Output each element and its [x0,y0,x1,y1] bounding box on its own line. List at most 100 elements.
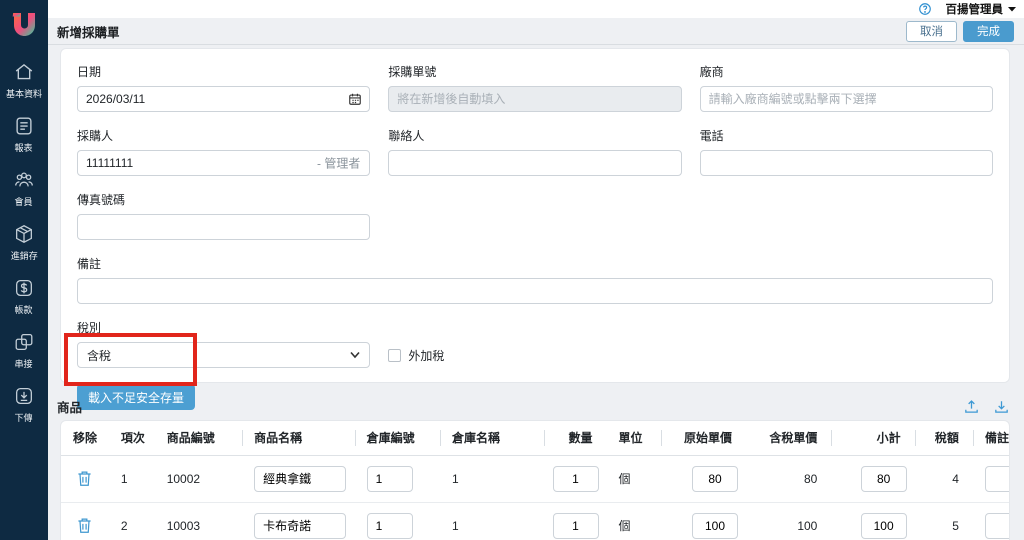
inventory-icon [13,223,35,245]
sidebar-item-basic-data[interactable]: 基本資料 [0,61,48,100]
home-icon [13,61,35,83]
col-seq: 項次 [109,421,155,455]
qty-input[interactable] [553,513,599,539]
row-note-input[interactable] [985,513,1010,539]
warehouse-name-cell: 1 [440,455,544,502]
subtotal-input[interactable] [861,466,907,492]
sidebar-item-members[interactable]: 會員 [0,169,48,208]
orig-price-input[interactable] [692,513,738,539]
date-field-group: 日期 [77,63,370,112]
download-icon [13,385,35,407]
sidebar-item-label: 下傳 [15,410,33,423]
vendor-input[interactable] [700,86,993,112]
cancel-button[interactable]: 取消 [906,21,957,42]
unit-cell: 個 [607,502,661,540]
topbar: 百揚管理員 [48,0,1024,18]
sidebar-item-label: 進銷存 [10,248,37,261]
sidebar-item-integration[interactable]: 串接 [0,331,48,370]
date-input[interactable] [77,86,370,112]
delete-row-button[interactable] [75,468,94,489]
col-tax-price: 含稅單價 [746,421,831,455]
tax-type-select[interactable]: 含稅 [77,342,370,368]
orig-price-input[interactable] [692,466,738,492]
po-number-input [388,86,681,112]
table-row: 2 10003 1 個 100 5 [61,502,1010,540]
col-subtotal: 小計 [831,421,914,455]
sidebar: 基本資料 報表 會員 進銷存 帳款 [0,0,48,540]
date-label: 日期 [77,63,370,80]
header-actions: 取消 完成 [906,21,1014,42]
contact-label: 聯絡人 [388,127,681,144]
chevron-down-icon [1008,7,1016,12]
vendor-field-group: 廠商 [700,63,993,112]
sidebar-item-label: 帳款 [15,302,33,315]
trash-icon [77,470,92,487]
col-orig-price: 原始單價 [661,421,746,455]
products-table-card: 移除 項次 商品編號 商品名稱 倉庫編號 倉庫名稱 數量 單位 原始單價 含稅單… [60,420,1010,540]
delete-row-button[interactable] [75,515,94,536]
col-unit: 單位 [607,421,661,455]
tax-field-group: 稅別 含稅 外加稅 [77,319,993,368]
product-code-cell: 10002 [155,455,242,502]
billing-icon [13,277,35,299]
note-input[interactable] [77,278,993,304]
calendar-icon[interactable] [348,92,362,106]
trash-icon [77,517,92,534]
fax-label: 傳真號碼 [77,191,370,208]
table-header-row: 移除 項次 商品編號 商品名稱 倉庫編號 倉庫名稱 數量 單位 原始單價 含稅單… [61,421,1010,455]
warehouse-code-input[interactable] [367,466,413,492]
note-field-group: 備註 [77,255,993,304]
product-name-input[interactable] [254,466,346,492]
members-icon [13,169,35,191]
po-number-field-group: 採購單號 [388,63,681,112]
app-logo[interactable] [6,7,42,43]
phone-input[interactable] [700,150,993,176]
warehouse-code-input[interactable] [367,513,413,539]
products-section-header: 商品 [57,396,1010,416]
col-qty: 數量 [544,421,606,455]
app-root: 基本資料 報表 會員 進銷存 帳款 [0,0,1024,540]
done-button[interactable]: 完成 [963,21,1014,42]
product-name-input[interactable] [254,513,346,539]
export-download-icon[interactable] [993,398,1010,415]
purchase-form-card: 日期 採購單號 廠商 [60,48,1010,383]
upload-icon[interactable] [963,398,980,415]
extra-tax-label: 外加稅 [408,347,444,364]
row-note-input[interactable] [985,466,1010,492]
subtotal-input[interactable] [861,513,907,539]
col-warehouse-name: 倉庫名稱 [440,421,544,455]
sidebar-item-inventory[interactable]: 進銷存 [0,223,48,262]
col-remove: 移除 [61,421,109,455]
contact-field-group: 聯絡人 [388,127,681,176]
vendor-label: 廠商 [700,63,993,80]
extra-tax-checkbox[interactable] [388,349,401,362]
col-warehouse-code: 倉庫編號 [355,421,440,455]
sidebar-item-label: 串接 [15,356,33,369]
fax-field-group: 傳真號碼 [77,191,370,240]
products-table: 移除 項次 商品編號 商品名稱 倉庫編號 倉庫名稱 數量 單位 原始單價 含稅單… [61,421,1010,540]
sidebar-item-reports[interactable]: 報表 [0,115,48,154]
tax-cell: 4 [915,455,973,502]
sidebar-item-label: 基本資料 [6,86,42,99]
note-label: 備註 [77,255,993,272]
col-product-code: 商品編號 [155,421,242,455]
contact-input[interactable] [388,150,681,176]
sidebar-item-download[interactable]: 下傳 [0,385,48,424]
col-note[interactable]: 備註 [973,421,1010,455]
purchaser-label: 採購人 [77,127,370,144]
fax-input[interactable] [77,214,370,240]
table-row: 1 10002 1 個 80 4 [61,455,1010,502]
extra-tax-option[interactable]: 外加稅 [388,347,681,364]
help-icon[interactable] [918,2,932,16]
user-menu[interactable]: 百揚管理員 [946,1,1017,17]
sidebar-item-billing[interactable]: 帳款 [0,277,48,316]
col-tax: 稅額 [915,421,973,455]
po-number-label: 採購單號 [388,63,681,80]
col-product-name: 商品名稱 [242,421,354,455]
tax-price-cell: 100 [746,502,831,540]
tax-cell: 5 [915,502,973,540]
qty-input[interactable] [553,466,599,492]
purchaser-input[interactable] [77,150,370,176]
phone-label: 電話 [700,127,993,144]
product-code-cell: 10003 [155,502,242,540]
